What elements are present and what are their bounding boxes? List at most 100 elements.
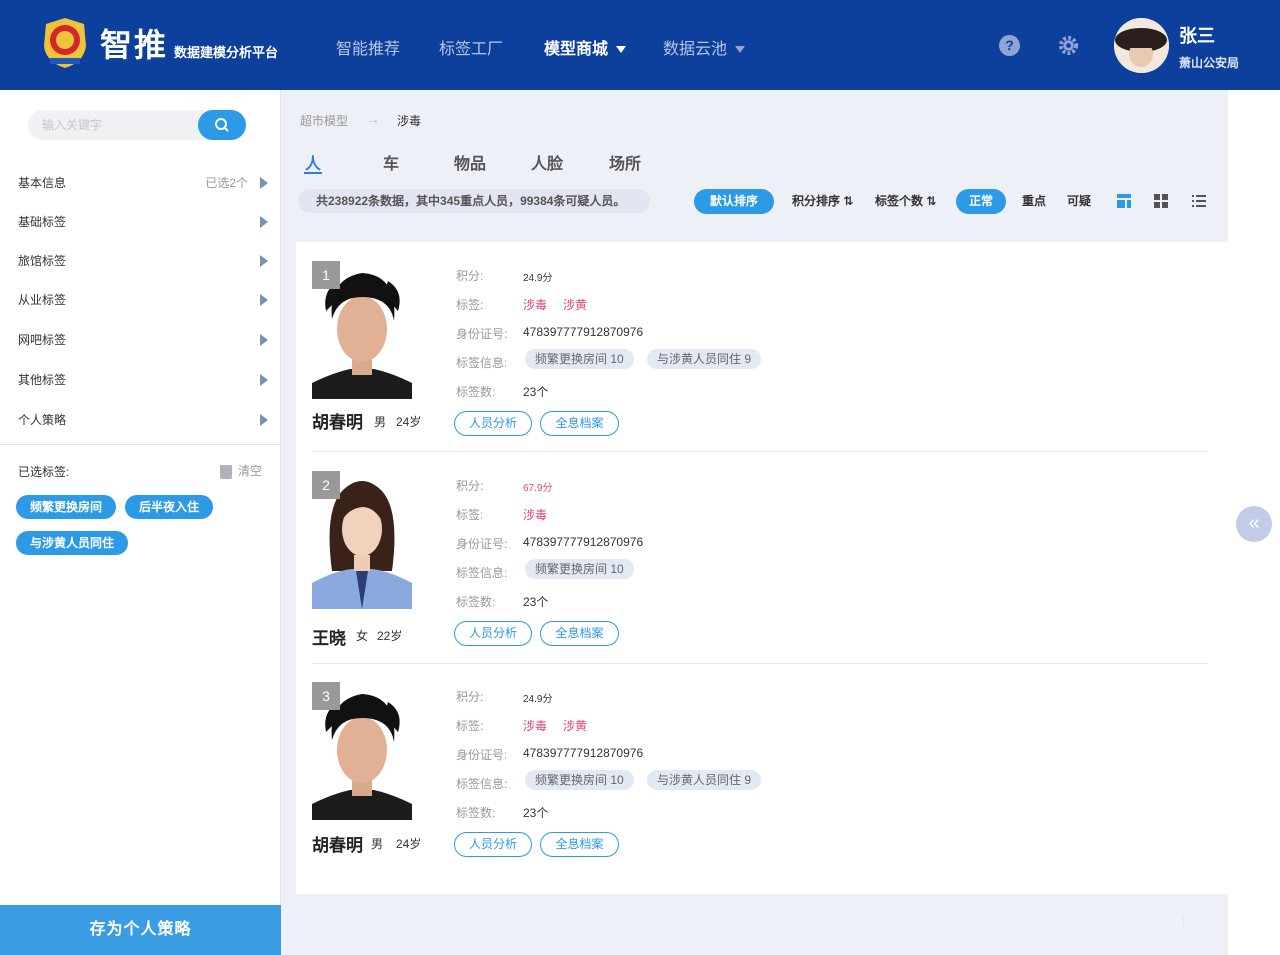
chevron-down-icon (616, 46, 627, 54)
tab-place[interactable]: 场所 (609, 150, 641, 174)
sidebar-item-label: 其他标签 (18, 373, 67, 387)
user-avatar[interactable] (1114, 18, 1169, 73)
full-archive-button[interactable]: 全息档案 (540, 411, 619, 436)
id-label: 身份证号: (456, 748, 508, 762)
sidebar-item-other-tags[interactable]: 其他标签 (18, 371, 268, 391)
sort-arrows-icon: ⇅ (926, 194, 937, 208)
tag-count-value: 23个 (523, 595, 549, 609)
tags-label: 标签: (456, 508, 484, 522)
nav-model-store[interactable]: 模型商城 (544, 35, 627, 59)
gear-icon[interactable] (1058, 35, 1079, 56)
sidebar-item-label: 个人策略 (18, 413, 67, 427)
person-card: 1 胡春明 男 24岁 积分: 24.9分 标签: 涉毒 涉黄 身份证号: 47… (296, 242, 1228, 452)
selected-tags-label: 已选标签: (18, 465, 70, 479)
top-header: 智推 数据建模分析平台 智能推荐 标签工厂 模型商城 数据云池 ? 张三 萧山公… (0, 0, 1280, 90)
person-analysis-button[interactable]: 人员分析 (454, 832, 532, 857)
help-icon[interactable]: ? (999, 35, 1020, 56)
save-personal-strategy-button[interactable]: 存为个人策略 (0, 905, 281, 955)
tab-face[interactable]: 人脸 (531, 150, 563, 174)
person-name: 王晓 (312, 629, 346, 648)
search-button[interactable] (198, 110, 246, 140)
tag-info-chip: 与涉黄人员同住 9 (647, 770, 762, 790)
sort-default-button[interactable]: 默认排序 (694, 189, 775, 214)
tag-count-value: 23个 (523, 806, 549, 820)
back-to-top-icon[interactable]: ↑ (1178, 908, 1198, 933)
filter-normal-button[interactable]: 正常 (956, 189, 1007, 214)
id-number: 478397777912870976 (523, 535, 644, 549)
sort-score-button[interactable]: 积分排序 ⇅ (792, 189, 853, 214)
score-label: 积分: (456, 690, 484, 704)
sidebar-item-basic-info[interactable]: 基本信息 已选2个 (18, 174, 268, 194)
selected-tag-chip[interactable]: 后半夜入住 (125, 495, 214, 519)
tag-info-label: 标签信息: (456, 356, 508, 370)
collapse-panel-button[interactable]: « (1236, 506, 1272, 542)
chevron-down-icon (735, 46, 746, 54)
tag-info-chip: 频繁更换房间 10 (525, 559, 634, 579)
person-age: 24岁 (396, 837, 422, 851)
person-age: 22岁 (377, 629, 403, 643)
tab-person[interactable]: 人 (305, 150, 321, 174)
person-analysis-button[interactable]: 人员分析 (454, 621, 532, 646)
sidebar-item-label: 旅馆标签 (18, 254, 67, 268)
person-tag: 涉毒 (523, 298, 548, 312)
nav-smart-recommend[interactable]: 智能推荐 (336, 35, 400, 59)
sidebar-item-hotel-tags[interactable]: 旅馆标签 (18, 252, 268, 272)
person-name: 胡春明 (312, 836, 363, 855)
selected-tag-chip[interactable]: 频繁更换房间 (16, 495, 117, 519)
search-input[interactable] (42, 110, 192, 140)
person-analysis-button[interactable]: 人员分析 (454, 411, 532, 436)
tab-item[interactable]: 物品 (454, 150, 486, 174)
nav-data-cloud-label: 数据云池 (663, 41, 728, 58)
nav-tag-factory[interactable]: 标签工厂 (439, 35, 503, 59)
sort-tag-count-button[interactable]: 标签个数 ⇅ (875, 189, 936, 214)
list-view-icon[interactable] (1191, 193, 1207, 209)
breadcrumb-parent[interactable]: 超市模型 (300, 112, 348, 129)
person-gender: 男 (374, 415, 387, 429)
chevron-right-icon (260, 414, 268, 426)
person-name: 胡春明 (312, 413, 363, 432)
full-archive-button[interactable]: 全息档案 (540, 621, 619, 646)
filter-suspect-button[interactable]: 可疑 (1067, 189, 1091, 214)
person-card: 3 胡春明 男 24岁 积分: 24.9分 标签: 涉毒 涉黄 身份证号: 47… (296, 664, 1228, 874)
chevron-right-icon (260, 374, 268, 386)
sidebar: 基本信息 已选2个 基础标签 旅馆标签 从业标签 网吧标签 其他标签 个人策略 … (0, 90, 281, 955)
person-tag: 涉黄 (563, 298, 588, 312)
brand-subtitle: 数据建模分析平台 (174, 45, 279, 60)
person-card: 2 王晓 女 22岁 积分: 67.9分 标签: 涉毒 身份证号: 478397… (296, 454, 1228, 664)
sidebar-item-netcafe-tags[interactable]: 网吧标签 (18, 331, 268, 351)
rank-badge: 2 (312, 471, 340, 499)
sidebar-item-job-tags[interactable]: 从业标签 (18, 291, 268, 311)
card-divider (312, 451, 1208, 452)
full-archive-button[interactable]: 全息档案 (540, 832, 619, 857)
person-age: 24岁 (396, 415, 422, 429)
chevron-right-icon (260, 216, 268, 228)
person-tag: 涉毒 (523, 508, 548, 522)
chevron-right-icon (260, 255, 268, 267)
id-label: 身份证号: (456, 327, 508, 341)
person-gender: 女 (356, 629, 369, 643)
score-value: 24.9分 (523, 694, 553, 705)
sidebar-item-personal-strategy[interactable]: 个人策略 (18, 411, 268, 431)
tag-count-value: 23个 (523, 385, 549, 399)
rank-badge: 1 (312, 261, 340, 289)
results-list: 1 胡春明 男 24岁 积分: 24.9分 标签: 涉毒 涉黄 身份证号: 47… (296, 242, 1228, 894)
score-label: 积分: (456, 479, 484, 493)
police-emblem-logo (44, 18, 86, 68)
person-tag: 涉黄 (563, 719, 588, 733)
filter-key-button[interactable]: 重点 (1022, 189, 1046, 214)
user-organization: 萧山公安局 (1179, 56, 1240, 70)
trash-icon (220, 464, 232, 479)
card-view-icon[interactable] (1116, 193, 1132, 209)
nav-data-cloud[interactable]: 数据云池 (663, 35, 746, 59)
selected-tag-chip[interactable]: 与涉黄人员同住 (16, 531, 129, 555)
tab-vehicle[interactable]: 车 (383, 150, 399, 174)
person-gender: 男 (371, 837, 384, 851)
search-icon (215, 118, 229, 132)
tab-active-indicator (304, 172, 322, 174)
brand-title: 智推 (100, 27, 169, 63)
grid-view-icon[interactable] (1153, 193, 1169, 209)
id-label: 身份证号: (456, 537, 508, 551)
sidebar-divider (0, 444, 281, 445)
clear-button[interactable]: 清空 (220, 462, 262, 479)
sidebar-item-base-tags[interactable]: 基础标签 (18, 213, 268, 233)
